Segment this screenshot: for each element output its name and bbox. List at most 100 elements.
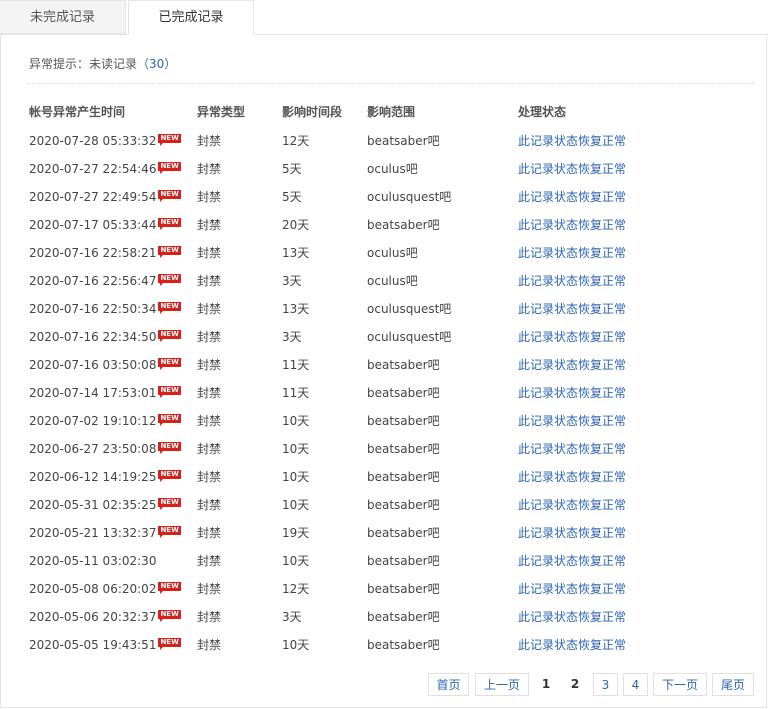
table-row: 2020-05-06 20:32:37 NEW 封禁 3天 beatsaber吧 此记录状… bbox=[0, 610, 768, 638]
column-header-duration: 影响时间段 bbox=[282, 105, 343, 119]
row-status-link[interactable]: 此记录状态恢复正常 bbox=[518, 442, 626, 456]
row-status-link[interactable]: 此记录状态恢复正常 bbox=[518, 638, 626, 652]
row-time-text: 2020-05-21 13:32:37 bbox=[29, 526, 157, 540]
table-row: 2020-07-16 22:58:21 NEW 封禁 13天 oculus吧 此记录状态恢… bbox=[0, 246, 768, 274]
row-type-text: 封禁 bbox=[197, 638, 222, 652]
page-1-button[interactable]: 1 bbox=[537, 673, 555, 696]
row-scope-text: beatsaber吧 bbox=[367, 442, 440, 456]
row-status-link-text[interactable]: 此记录状态恢复正常 bbox=[518, 498, 626, 512]
row-status-link-text[interactable]: 此记录状态恢复正常 bbox=[518, 526, 626, 540]
row-time: 2020-07-16 22:50:34 NEW bbox=[29, 302, 181, 316]
row-time-text: 2020-07-16 03:50:08 bbox=[29, 358, 157, 372]
row-status-link-text[interactable]: 此记录状态恢复正常 bbox=[518, 330, 626, 344]
row-time: 2020-07-02 19:10:12 NEW bbox=[29, 414, 181, 428]
row-scope-text: beatsaber吧 bbox=[367, 414, 440, 428]
row-status-link-text[interactable]: 此记录状态恢复正常 bbox=[518, 246, 626, 260]
tab-completed-records[interactable]: 已完成记录 bbox=[128, 0, 254, 35]
row-status-link-text[interactable]: 此记录状态恢复正常 bbox=[518, 554, 626, 568]
row-type: 封禁 bbox=[197, 386, 221, 400]
row-time: 2020-07-27 22:54:46 NEW bbox=[29, 162, 181, 176]
row-status-link[interactable]: 此记录状态恢复正常 bbox=[518, 190, 626, 204]
row-time-text: 2020-07-17 05:33:44 bbox=[29, 218, 157, 232]
row-duration-text: 12天 bbox=[282, 582, 310, 596]
page-3-button[interactable]: 3 bbox=[593, 673, 618, 696]
row-scope: beatsaber吧 bbox=[367, 218, 440, 232]
row-scope: oculusquest吧 bbox=[367, 190, 451, 204]
row-status-link-text[interactable]: 此记录状态恢复正常 bbox=[518, 442, 626, 456]
row-time-text: 2020-06-27 23:50:08 bbox=[29, 442, 157, 456]
row-status-link-text[interactable]: 此记录状态恢复正常 bbox=[518, 190, 626, 204]
row-status-link-text[interactable]: 此记录状态恢复正常 bbox=[518, 274, 626, 288]
row-status-link[interactable]: 此记录状态恢复正常 bbox=[518, 162, 626, 176]
new-badge-icon: NEW bbox=[158, 386, 181, 398]
row-status-link[interactable]: 此记录状态恢复正常 bbox=[518, 274, 626, 288]
row-status-link-text[interactable]: 此记录状态恢复正常 bbox=[518, 162, 626, 176]
row-duration-text: 13天 bbox=[282, 302, 310, 316]
first-page-button[interactable]: 首页 bbox=[428, 673, 469, 696]
row-time-text: 2020-07-14 17:53:01 bbox=[29, 386, 157, 400]
row-scope: oculus吧 bbox=[367, 162, 418, 176]
row-status-link[interactable]: 此记录状态恢复正常 bbox=[518, 330, 626, 344]
new-badge-icon: NEW bbox=[158, 190, 181, 202]
row-status-link-text[interactable]: 此记录状态恢复正常 bbox=[518, 638, 626, 652]
row-scope: oculus吧 bbox=[367, 274, 418, 288]
unread-count: （30） bbox=[137, 57, 177, 71]
new-badge-icon: NEW bbox=[158, 582, 181, 594]
row-status-link-text[interactable]: 此记录状态恢复正常 bbox=[518, 414, 626, 428]
row-scope: beatsaber吧 bbox=[367, 358, 440, 372]
page-4-button[interactable]: 4 bbox=[623, 673, 648, 696]
row-status-link[interactable]: 此记录状态恢复正常 bbox=[518, 134, 626, 148]
row-status-link-text[interactable]: 此记录状态恢复正常 bbox=[518, 610, 626, 624]
row-type-text: 封禁 bbox=[197, 358, 222, 372]
last-page-button[interactable]: 尾页 bbox=[712, 673, 754, 696]
tab-incomplete-records[interactable]: 未完成记录 bbox=[0, 0, 126, 34]
row-status-link[interactable]: 此记录状态恢复正常 bbox=[518, 386, 626, 400]
row-time-text: 2020-05-05 19:43:51 bbox=[29, 638, 157, 652]
row-status-link[interactable]: 此记录状态恢复正常 bbox=[518, 470, 626, 484]
row-status-link-text[interactable]: 此记录状态恢复正常 bbox=[518, 134, 626, 148]
column-header-status: 处理状态 bbox=[518, 105, 567, 119]
row-time: 2020-07-16 22:56:47 NEW bbox=[29, 274, 181, 288]
row-status-link[interactable]: 此记录状态恢复正常 bbox=[518, 218, 626, 232]
row-duration-text: 10天 bbox=[282, 638, 310, 652]
row-status-link[interactable]: 此记录状态恢复正常 bbox=[518, 358, 626, 372]
row-duration: 3天 bbox=[282, 274, 302, 288]
next-page-button[interactable]: 下一页 bbox=[653, 673, 707, 696]
row-status-link[interactable]: 此记录状态恢复正常 bbox=[518, 526, 626, 540]
table-row: 2020-07-27 22:54:46 NEW 封禁 5天 oculus吧 此记录状态恢复… bbox=[0, 162, 768, 190]
row-status-link-text[interactable]: 此记录状态恢复正常 bbox=[518, 386, 626, 400]
row-time-text: 2020-07-16 22:34:50 bbox=[29, 330, 157, 344]
row-status-link-text[interactable]: 此记录状态恢复正常 bbox=[518, 218, 626, 232]
row-type: 封禁 bbox=[197, 554, 221, 568]
row-duration: 3天 bbox=[282, 610, 302, 624]
row-time: 2020-05-06 20:32:37 NEW bbox=[29, 610, 181, 624]
row-time-text: 2020-07-16 22:56:47 bbox=[29, 274, 157, 288]
row-scope: beatsaber吧 bbox=[367, 134, 440, 148]
row-duration: 13天 bbox=[282, 302, 309, 316]
new-badge-icon: NEW bbox=[158, 134, 181, 146]
new-badge-icon: NEW bbox=[158, 246, 181, 258]
prev-page-button[interactable]: 上一页 bbox=[475, 673, 529, 696]
row-status-link[interactable]: 此记录状态恢复正常 bbox=[518, 414, 626, 428]
row-time-text: 2020-07-16 22:58:21 bbox=[29, 246, 157, 260]
row-status-link-text[interactable]: 此记录状态恢复正常 bbox=[518, 582, 626, 596]
row-status-link[interactable]: 此记录状态恢复正常 bbox=[518, 302, 626, 316]
row-status-link[interactable]: 此记录状态恢复正常 bbox=[518, 246, 626, 260]
row-scope-text: beatsaber吧 bbox=[367, 638, 440, 652]
column-header-scope: 影响范围 bbox=[367, 105, 416, 119]
row-status-link-text[interactable]: 此记录状态恢复正常 bbox=[518, 358, 626, 372]
row-status-link[interactable]: 此记录状态恢复正常 bbox=[518, 498, 626, 512]
row-status-link[interactable]: 此记录状态恢复正常 bbox=[518, 610, 626, 624]
row-scope: beatsaber吧 bbox=[367, 386, 440, 400]
table-row: 2020-05-11 03:02:30 封禁 10天 beatsaber吧 此记录状态恢… bbox=[0, 554, 768, 582]
row-status-link[interactable]: 此记录状态恢复正常 bbox=[518, 554, 626, 568]
row-scope-text: beatsaber吧 bbox=[367, 358, 440, 372]
row-status-link-text[interactable]: 此记录状态恢复正常 bbox=[518, 470, 626, 484]
row-status-link-text[interactable]: 此记录状态恢复正常 bbox=[518, 302, 626, 316]
row-type-text: 封禁 bbox=[197, 442, 222, 456]
row-duration-text: 3天 bbox=[282, 330, 302, 344]
row-type: 封禁 bbox=[197, 470, 221, 484]
row-time-text: 2020-07-27 22:49:54 bbox=[29, 190, 157, 204]
row-status-link[interactable]: 此记录状态恢复正常 bbox=[518, 582, 626, 596]
table-row: 2020-07-14 17:53:01 NEW 封禁 11天 beatsaber吧 此记录… bbox=[0, 386, 768, 414]
